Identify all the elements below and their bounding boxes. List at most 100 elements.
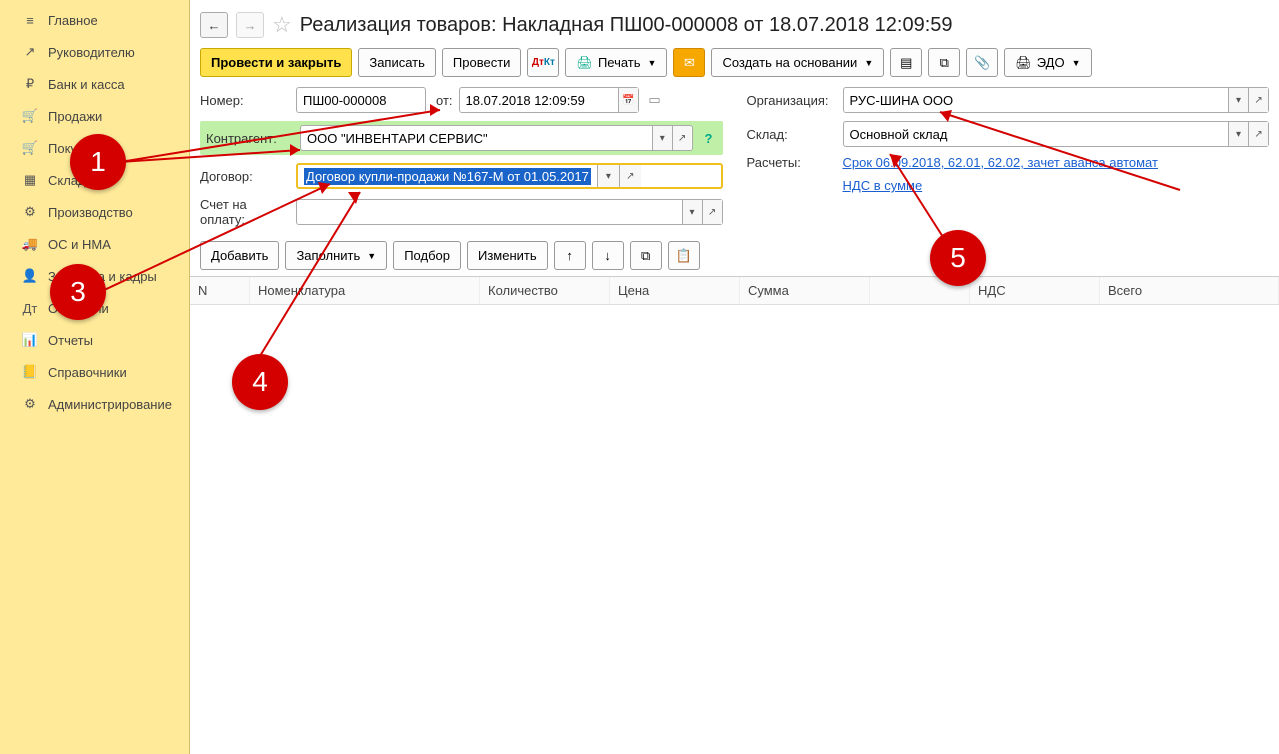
invoice-label: Счет на оплату:: [200, 197, 290, 227]
add-button[interactable]: Добавить: [200, 241, 279, 270]
vat-link[interactable]: НДС в сумме: [843, 178, 923, 193]
form-icon[interactable]: ▭: [645, 92, 665, 108]
items-table: N Номенклатура Количество Цена Сумма НДС…: [190, 276, 1279, 305]
topbar: ← → ☆ Реализация товаров: Накладная ПШ00…: [190, 0, 1279, 44]
edo-button[interactable]: 🖨ЭДО▼: [1004, 48, 1091, 77]
warehouse-field[interactable]: ▾ ↗: [843, 121, 1270, 147]
org-label: Организация:: [747, 93, 837, 108]
date-input[interactable]: [460, 88, 618, 112]
cart-icon: 🛒: [22, 108, 38, 124]
org-field[interactable]: ▾ ↗: [843, 87, 1270, 113]
mail-icon: ✉: [684, 55, 695, 71]
copy-button[interactable]: ⧉: [630, 241, 662, 270]
favorite-star-icon[interactable]: ☆: [272, 12, 292, 38]
org-input[interactable]: [844, 88, 1229, 112]
open-icon[interactable]: ↗: [702, 200, 722, 224]
contract-value: Договор купли-продажи №167-М от 01.05.20…: [304, 168, 591, 185]
sidebar-item-production[interactable]: ⚙ Производство: [0, 196, 189, 228]
sidebar-item-bank[interactable]: ₽ Банк и касса: [0, 68, 189, 100]
dtKt-icon: ДтКт: [532, 57, 555, 68]
post-button[interactable]: Провести: [442, 48, 522, 77]
grid-icon: ▦: [22, 172, 38, 188]
number-input[interactable]: [297, 88, 425, 112]
calendar-icon[interactable]: 📅: [618, 88, 638, 112]
ruble-icon: ₽: [22, 76, 38, 92]
sidebar-label: Администрирование: [48, 397, 172, 412]
sidebar-label: Отчеты: [48, 333, 93, 348]
th-sum[interactable]: Сумма: [740, 277, 870, 304]
main-content: ← → ☆ Реализация товаров: Накладная ПШ00…: [190, 0, 1279, 754]
date-field[interactable]: 📅: [459, 87, 639, 113]
person-icon: 👤: [22, 268, 38, 284]
sidebar-item-assets[interactable]: 🚚ОС и НМА: [0, 228, 189, 260]
gear-icon: ⚙: [22, 396, 38, 412]
create-based-button[interactable]: Создать на основании▼: [711, 48, 884, 77]
sidebar-item-main[interactable]: ≡Главное: [0, 4, 189, 36]
help-icon[interactable]: ?: [699, 131, 719, 146]
number-field[interactable]: [296, 87, 426, 113]
nav-forward-button[interactable]: →: [236, 12, 264, 38]
open-icon[interactable]: ↗: [672, 126, 692, 150]
th-qty[interactable]: Количество: [480, 277, 610, 304]
edo-icon: 🖨: [1015, 55, 1032, 71]
th-n[interactable]: N: [190, 277, 250, 304]
dtKt-icon: Дт: [22, 300, 38, 316]
printer-icon: 🖨: [576, 55, 593, 71]
form-area: Номер: от: 📅 ▭ Контрагент: ▾ ↗: [190, 87, 1279, 235]
clip-icon: 📎: [974, 55, 990, 71]
sidebar-item-catalogs[interactable]: 📒Справочники: [0, 356, 189, 388]
dropdown-icon[interactable]: ▾: [1228, 88, 1248, 112]
sidebar-item-manager[interactable]: ↗Руководителю: [0, 36, 189, 68]
counterparty-field[interactable]: ▾ ↗: [300, 125, 693, 151]
move-up-button[interactable]: ↑: [554, 241, 586, 270]
date-label: от:: [436, 93, 453, 108]
marker-3: 3: [50, 264, 106, 320]
counterparty-input[interactable]: [301, 126, 652, 150]
sidebar-item-reports[interactable]: 📊Отчеты: [0, 324, 189, 356]
open-icon[interactable]: ↗: [1248, 88, 1268, 112]
print-button[interactable]: 🖨Печать▼: [565, 48, 667, 77]
pick-button[interactable]: Подбор: [393, 241, 461, 270]
dropdown-icon[interactable]: ▾: [682, 200, 702, 224]
gear-icon: ⚙: [22, 204, 38, 220]
invoice-field[interactable]: ▾ ↗: [296, 199, 723, 225]
th-total[interactable]: Всего: [1100, 277, 1279, 304]
structure-button[interactable]: ⧉: [928, 48, 960, 77]
sidebar-item-sales[interactable]: 🛒 Продажи: [0, 100, 189, 132]
dtKt-button[interactable]: ДтКт: [527, 48, 559, 77]
post-and-close-button[interactable]: Провести и закрыть: [200, 48, 352, 77]
open-icon[interactable]: ↗: [619, 165, 641, 187]
contract-field[interactable]: Договор купли-продажи №167-М от 01.05.20…: [296, 163, 723, 189]
open-icon[interactable]: ↗: [1248, 122, 1268, 146]
sidebar-item-admin[interactable]: ⚙ Администрирование: [0, 388, 189, 420]
dropdown-icon[interactable]: ▾: [1228, 122, 1248, 146]
list-icon: ▤: [900, 55, 912, 71]
th-price[interactable]: Цена: [610, 277, 740, 304]
counterparty-label: Контрагент:: [204, 131, 294, 146]
warehouse-input[interactable]: [844, 122, 1229, 146]
paste-button[interactable]: 📋: [668, 241, 700, 270]
marker-1: 1: [70, 134, 126, 190]
edit-button[interactable]: Изменить: [467, 241, 548, 270]
number-label: Номер:: [200, 93, 290, 108]
list-button[interactable]: ▤: [890, 48, 922, 77]
th-vat[interactable]: НДС: [970, 277, 1100, 304]
fill-button[interactable]: Заполнить▼: [285, 241, 387, 270]
th-item[interactable]: Номенклатура: [250, 277, 480, 304]
marker-4: 4: [232, 354, 288, 410]
dropdown-icon[interactable]: ▾: [597, 165, 619, 187]
save-button[interactable]: Записать: [358, 48, 436, 77]
sidebar-label: Руководителю: [48, 45, 135, 60]
sidebar-label: Главное: [48, 13, 98, 28]
sidebar-label: Производство: [48, 205, 133, 220]
invoice-input[interactable]: [297, 200, 682, 224]
sidebar-label: Банк и касса: [48, 77, 125, 92]
calc-link[interactable]: Срок 06.09.2018, 62.01, 62.02, зачет ава…: [843, 155, 1158, 170]
dropdown-icon[interactable]: ▾: [652, 126, 672, 150]
attach-button[interactable]: 📎: [966, 48, 998, 77]
sidebar-label: Продажи: [48, 109, 102, 124]
table-header: N Номенклатура Количество Цена Сумма НДС…: [190, 277, 1279, 305]
nav-back-button[interactable]: ←: [200, 12, 228, 38]
move-down-button[interactable]: ↓: [592, 241, 624, 270]
mail-button[interactable]: ✉: [673, 48, 705, 77]
